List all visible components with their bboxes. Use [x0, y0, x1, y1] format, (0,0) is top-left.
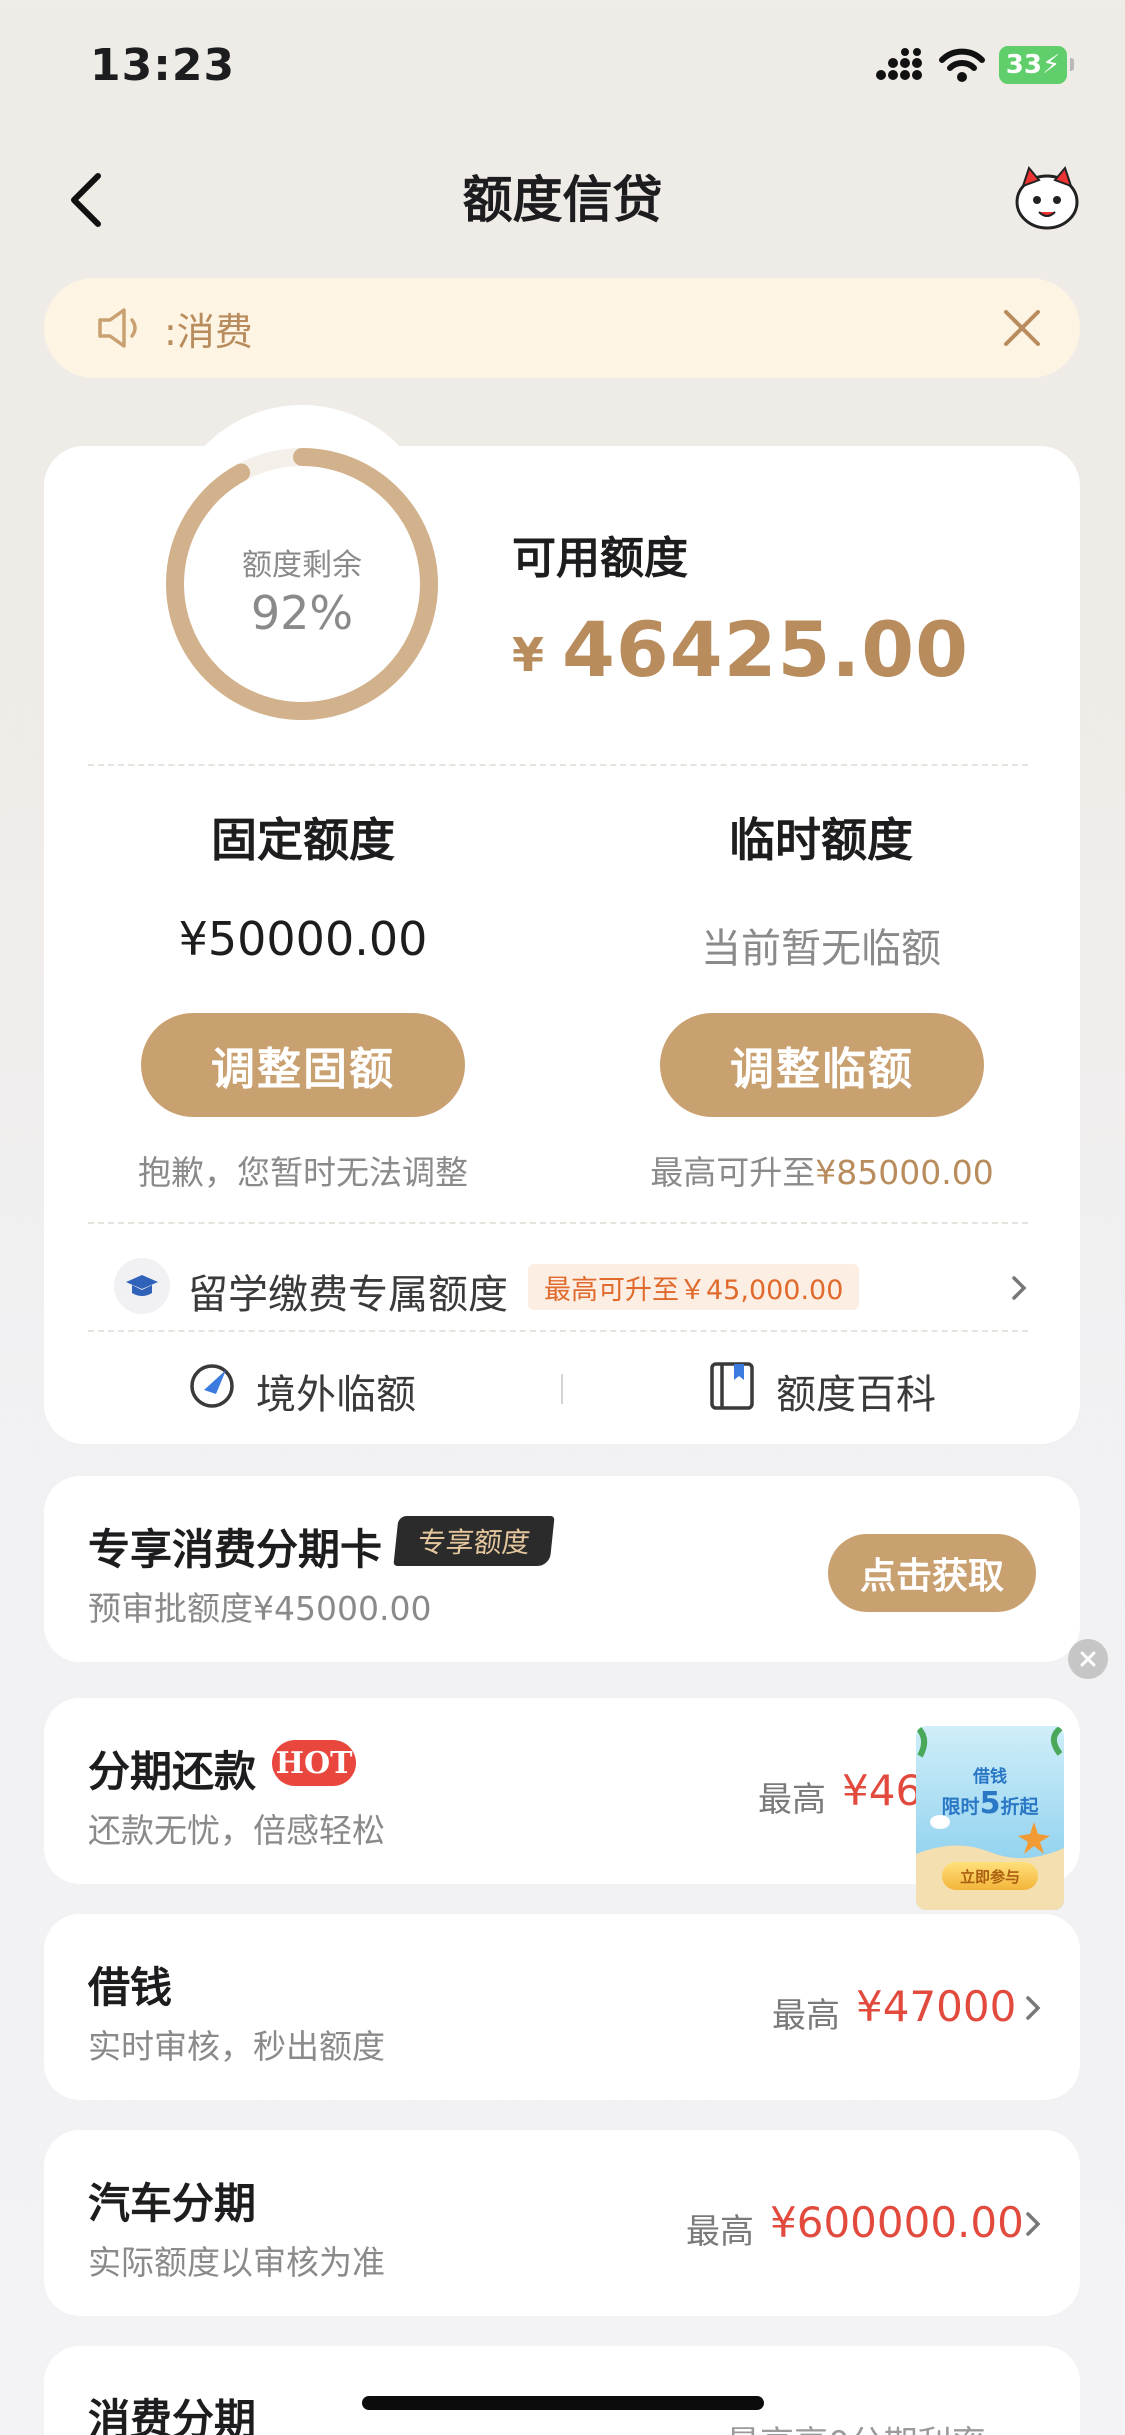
- mascot-avatar-icon[interactable]: [1011, 162, 1083, 234]
- hot-badge: HOT: [272, 1740, 356, 1786]
- adjust-temp-button[interactable]: 调整临额: [660, 1013, 984, 1117]
- car-loan-subtitle: 实际额度以审核为准: [88, 2243, 385, 2282]
- installment-title: 分期还款: [88, 1747, 257, 1796]
- available-currency: ¥: [512, 628, 545, 682]
- fixed-note: 抱歉，您暂时无法调整: [138, 1153, 468, 1192]
- installment-subtitle: 还款无忧，倍感轻松: [88, 1811, 385, 1850]
- link-divider: [561, 1374, 563, 1404]
- borrow-max-label: 最高: [772, 1996, 840, 2036]
- adjust-fixed-button[interactable]: 调整固额: [141, 1013, 465, 1117]
- get-now-button[interactable]: 点击获取: [828, 1534, 1036, 1612]
- available-amount: 46425.00: [562, 605, 970, 694]
- fixed-quota-title: 固定额度: [211, 813, 395, 867]
- temp-note: 最高可升至¥85000.00: [592, 1146, 1052, 1194]
- ad-join-button[interactable]: 立即参与: [942, 1862, 1038, 1890]
- battery-icon: 33 ⚡: [999, 46, 1074, 84]
- chevron-right-icon[interactable]: [1008, 1270, 1032, 1306]
- status-icons: 33 ⚡: [875, 46, 1074, 84]
- car-loan-max-amount: ¥600000.00: [770, 2198, 1024, 2247]
- study-abroad-label[interactable]: 留学缴费专属额度: [188, 1262, 508, 1320]
- notice-bar[interactable]: :消费: [44, 278, 1080, 378]
- close-icon[interactable]: [1000, 306, 1044, 350]
- wifi-icon: [939, 48, 985, 82]
- divider: [88, 1222, 1028, 1224]
- divider: [88, 764, 1028, 766]
- overseas-plane-icon[interactable]: [186, 1360, 238, 1412]
- exclusive-badge: 专享额度: [393, 1516, 555, 1566]
- fixed-quota-value: ¥50000.00: [178, 912, 428, 966]
- exclusive-card-title: 专享消费分期卡: [88, 1525, 383, 1574]
- temp-note-prefix: 最高可升至: [650, 1153, 816, 1192]
- borrow-max-amount: ¥47000: [856, 1982, 1017, 2031]
- temp-quota-value: 当前暂无临额: [701, 926, 941, 972]
- quota-ring-chart: [166, 448, 438, 720]
- borrow-subtitle: 实时审核，秒出额度: [88, 2027, 385, 2066]
- ring-percent: 92%: [250, 586, 354, 640]
- chevron-right-icon[interactable]: [1022, 2206, 1046, 2242]
- consumer-installment-title: 消费分期: [88, 2395, 257, 2435]
- chevron-right-icon[interactable]: [1022, 1990, 1046, 2026]
- exclusive-card-subtitle: 预审批额度¥45000.00: [88, 1589, 432, 1628]
- overseas-temp-link[interactable]: 境外临额: [256, 1362, 416, 1420]
- graduation-cap-icon: [114, 1258, 170, 1314]
- study-abroad-badge: 最高可升至￥45,000.00: [528, 1264, 860, 1310]
- quota-ring-arc: [166, 448, 438, 720]
- installment-max-amount: ¥46: [842, 1766, 923, 1815]
- notice-text: :消费: [164, 309, 253, 354]
- status-time: 13:23: [90, 40, 236, 91]
- installment-max-label: 最高: [758, 1780, 826, 1820]
- divider: [88, 1330, 1028, 1332]
- temp-quota-title: 临时额度: [729, 813, 913, 867]
- battery-level: 33: [1005, 50, 1042, 80]
- consumer-installment-promo: 最高享0分期利率: [726, 2416, 986, 2435]
- floating-ad[interactable]: 借钱 限时5折起 立即参与: [916, 1726, 1064, 1910]
- home-indicator: [362, 2396, 764, 2410]
- cellular-signal-icon: [876, 48, 922, 80]
- speaker-icon: [98, 308, 137, 348]
- borrow-title: 借钱: [88, 1963, 173, 2012]
- car-loan-title: 汽车分期: [88, 2179, 257, 2228]
- temp-note-amount: ¥85000.00: [815, 1153, 994, 1192]
- available-label: 可用额度: [512, 533, 688, 584]
- book-icon[interactable]: [708, 1360, 756, 1412]
- quota-wiki-link[interactable]: 额度百科: [776, 1362, 936, 1420]
- ring-label: 额度剩余: [242, 548, 362, 583]
- car-loan-max-label: 最高: [686, 2212, 754, 2252]
- page-title: 额度信贷: [462, 171, 663, 229]
- ad-close-icon[interactable]: [1068, 1639, 1108, 1679]
